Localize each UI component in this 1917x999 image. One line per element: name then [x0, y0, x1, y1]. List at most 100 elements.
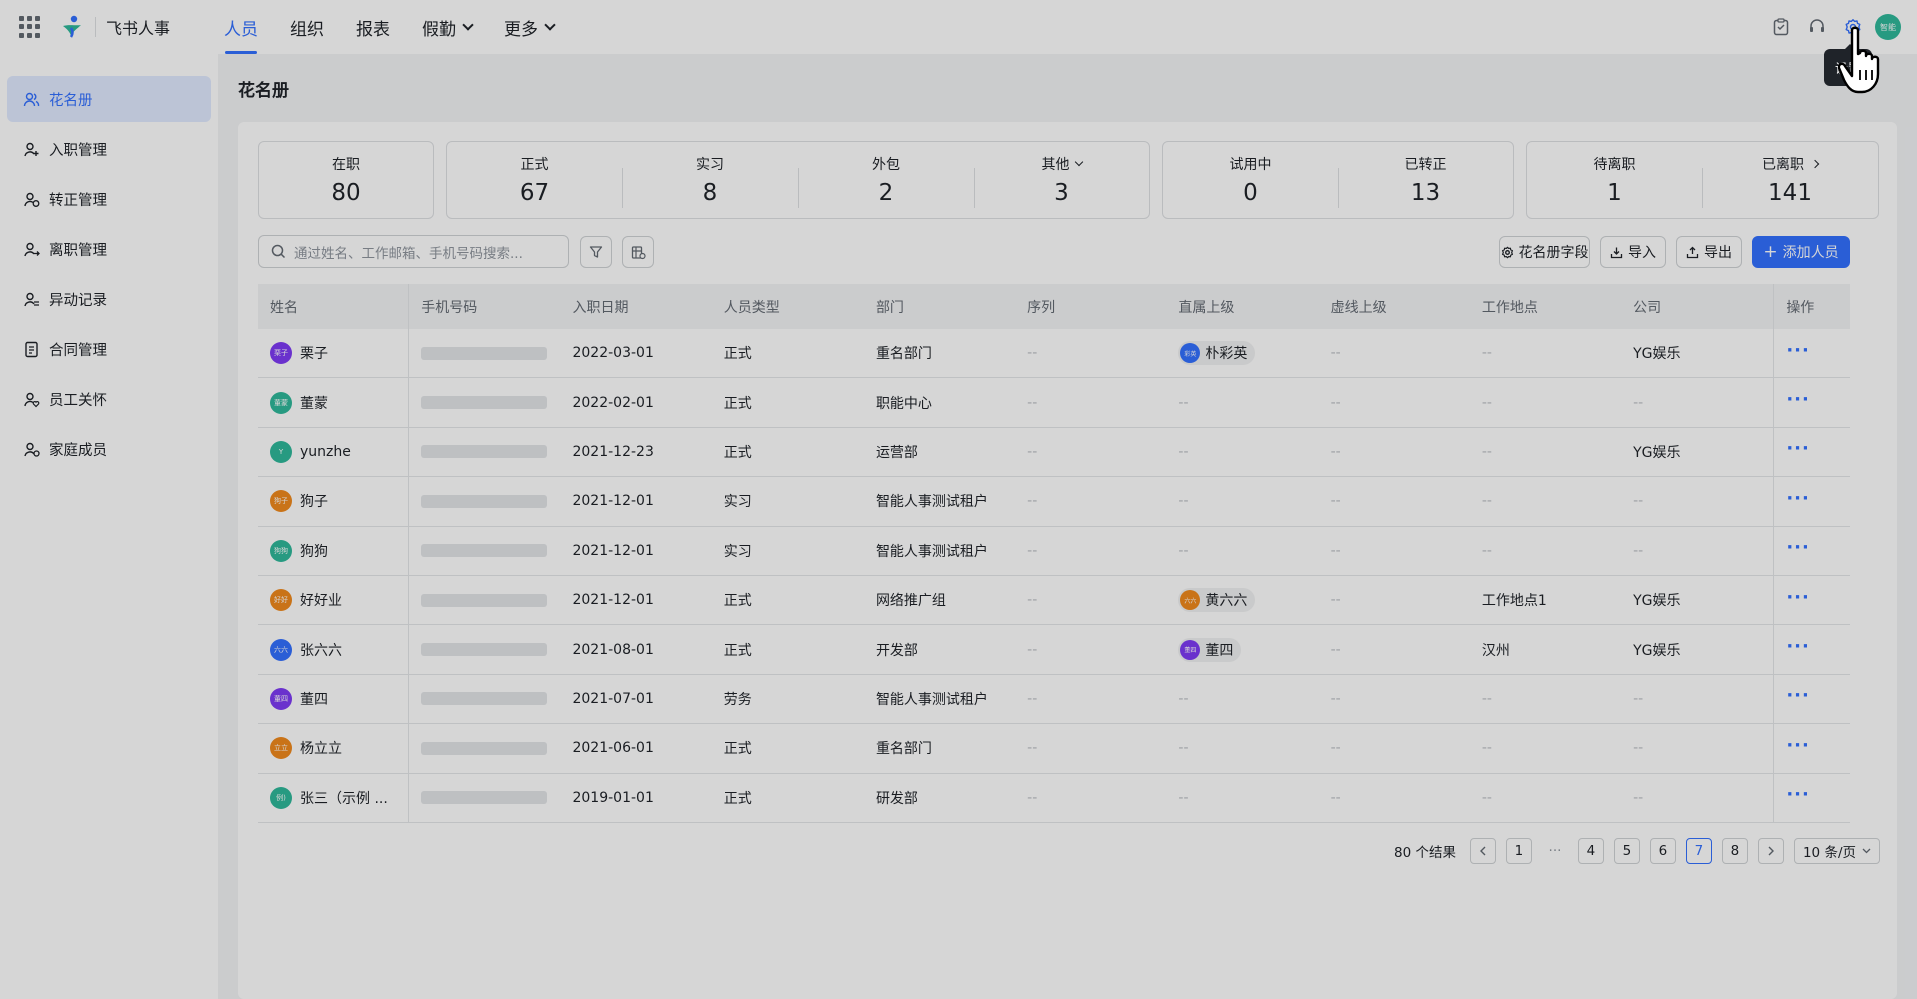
manager-chip[interactable]: 彩英 朴彩英	[1178, 341, 1256, 366]
cell-name[interactable]: 董四 董四	[258, 674, 410, 724]
cell-actions: ···	[1773, 329, 1850, 378]
export-label: 导出	[1704, 245, 1732, 261]
table-row[interactable]: 好好 好好业 2021-12-01 正式 网络推广组 -- 六六 黄六六 -- 工作地点1 YG娱乐…	[258, 575, 1850, 626]
stat-regular[interactable]: 正式 67	[447, 154, 622, 206]
page-number-button[interactable]: 4	[1577, 838, 1604, 864]
nav-reports[interactable]: 报表	[340, 0, 406, 54]
headset-support-icon[interactable]	[1799, 9, 1835, 45]
more-actions-button[interactable]: ···	[1786, 587, 1810, 608]
more-actions-button[interactable]: ···	[1786, 685, 1810, 706]
approval-icon[interactable]	[1763, 9, 1799, 45]
cell-name[interactable]: 好好 好好业	[258, 575, 410, 625]
table-row[interactable]: 狗子 狗子 2021-12-01 实习 智能人事测试租户 -- -- -- -- -- ···	[258, 477, 1850, 527]
page-size-label: 10 条/页	[1802, 845, 1856, 861]
col-header-department[interactable]: 部门	[864, 284, 1015, 329]
col-header-company[interactable]: 公司	[1621, 284, 1773, 329]
prev-page-button[interactable]	[1469, 838, 1496, 864]
stat-left[interactable]: 已离职 141	[1702, 154, 1878, 208]
sidebar-item-label: 合同管理	[49, 342, 107, 359]
table-row[interactable]: 例) 张三（示例 ... 2019-01-01 正式 研发部 -- -- -- -- -- ···	[258, 773, 1850, 823]
sidebar-item-confirmation[interactable]: 转正管理	[7, 176, 211, 222]
cell-manager: --	[1178, 740, 1189, 757]
col-header-dotted-manager[interactable]: 虚线上级	[1319, 284, 1470, 329]
table-row[interactable]: 六六 张六六 2021-08-01 正式 开发部 -- 董四 董四 -- 汉州 YG娱乐 ···	[258, 625, 1850, 675]
col-header-phone[interactable]: 手机号码	[409, 284, 560, 329]
cell-location: --	[1481, 690, 1492, 707]
cell-name[interactable]: 六六 张六六	[258, 625, 410, 674]
table-row[interactable]: 狗狗 狗狗 2021-12-01 实习 智能人事测试租户 -- -- -- -- -- ···	[258, 526, 1850, 576]
cell-name[interactable]: Yyunzhe	[258, 427, 410, 477]
cell-name[interactable]: 例) 张三（示例 ...	[258, 773, 410, 822]
more-actions-button[interactable]: ···	[1786, 537, 1810, 558]
sidebar-item-offboarding[interactable]: 离职管理	[7, 226, 211, 272]
more-actions-button[interactable]: ···	[1786, 340, 1810, 361]
stat-pending-leave[interactable]: 待离职 1	[1527, 154, 1702, 206]
more-actions-button[interactable]: ···	[1786, 784, 1810, 805]
roster-fields-button[interactable]: 花名册字段	[1499, 236, 1590, 268]
sidebar-item-onboarding[interactable]: 入职管理	[7, 126, 211, 172]
export-button[interactable]: 导出	[1676, 236, 1742, 268]
table-row[interactable]: 立立 杨立立 2021-06-01 正式 重名部门 -- -- -- -- -- ···	[258, 724, 1850, 774]
stat-confirmed[interactable]: 已转正 13	[1338, 154, 1513, 208]
col-header-manager[interactable]: 直属上级	[1166, 284, 1318, 329]
masked-phone	[421, 494, 548, 508]
col-header-sequence[interactable]: 序列	[1015, 284, 1166, 329]
page-size-select[interactable]: 10 条/页	[1793, 838, 1880, 864]
col-header-location[interactable]: 工作地点	[1470, 284, 1621, 329]
add-employee-button[interactable]: + 添加人员	[1752, 236, 1850, 268]
manager-chip[interactable]: 六六 黄六六	[1178, 588, 1256, 613]
cell-name[interactable]: 立立 杨立立	[258, 724, 410, 773]
more-actions-button[interactable]: ···	[1786, 735, 1810, 756]
import-icon	[1610, 247, 1623, 258]
more-actions-button[interactable]: ···	[1786, 636, 1810, 657]
cell-location: --	[1481, 542, 1492, 559]
stat-value: 8	[702, 180, 718, 206]
sidebar-item-contracts[interactable]: 合同管理	[7, 326, 211, 372]
page-number-button[interactable]: 1	[1505, 838, 1532, 864]
page-number-button[interactable]: 7	[1685, 838, 1712, 864]
page-number-button[interactable]: 8	[1721, 838, 1748, 864]
cell-type: 实习	[723, 543, 752, 560]
stat-outsource[interactable]: 外包 2	[798, 154, 974, 208]
next-page-button[interactable]	[1757, 838, 1784, 864]
table-row[interactable]: Yyunzhe 2021-12-23 正式 运营部 -- -- -- -- YG娱乐 ···	[258, 427, 1850, 478]
manager-chip[interactable]: 董四 董四	[1178, 637, 1242, 662]
table-row[interactable]: 栗子 栗子 2022-03-01 正式 重名部门 -- 彩英 朴彩英 -- -- YG娱乐 ···	[258, 329, 1850, 379]
cell-name[interactable]: 狗子 狗子	[258, 477, 410, 526]
more-actions-button[interactable]: ···	[1786, 488, 1810, 509]
cell-name[interactable]: 栗子 栗子	[258, 329, 410, 378]
stat-active[interactable]: 在职 80	[259, 154, 433, 206]
col-header-type[interactable]: 人员类型	[712, 284, 864, 329]
nav-people[interactable]: 人员	[208, 0, 274, 54]
view-settings-button[interactable]	[622, 236, 654, 268]
col-header-hire-date[interactable]: 入职日期	[560, 284, 711, 329]
page-number-button[interactable]: 6	[1649, 838, 1676, 864]
manager-name: 朴彩英	[1205, 346, 1248, 363]
cell-company: --	[1633, 789, 1644, 806]
cell-name[interactable]: 董蒙 董蒙	[258, 378, 410, 427]
stat-group-active: 在职 80	[258, 141, 434, 219]
sidebar-item-roster[interactable]: 花名册	[7, 76, 211, 122]
sidebar-item-transfer-records[interactable]: 异动记录	[7, 276, 211, 322]
sidebar-item-family-members[interactable]: 家庭成员	[7, 426, 211, 472]
filter-button[interactable]	[580, 236, 612, 268]
more-actions-button[interactable]: ···	[1786, 438, 1810, 459]
more-actions-button[interactable]: ···	[1786, 389, 1810, 410]
cell-dotted-manager: --	[1330, 542, 1341, 559]
sidebar-item-employee-care[interactable]: 员工关怀	[7, 376, 211, 422]
search-input[interactable]: 通过姓名、工作邮箱、手机号码搜索...	[258, 235, 569, 268]
stat-probation[interactable]: 试用中 0	[1163, 154, 1338, 206]
nav-more[interactable]: 更多	[488, 0, 570, 54]
nav-organization[interactable]: 组织	[274, 0, 340, 54]
stat-other[interactable]: 其他 3	[974, 154, 1149, 208]
table-row[interactable]: 董蒙 董蒙 2022-02-01 正式 职能中心 -- -- -- -- -- ···	[258, 378, 1850, 428]
import-button[interactable]: 导入	[1600, 236, 1666, 268]
stat-intern[interactable]: 实习 8	[622, 154, 798, 208]
page-number-button[interactable]: 5	[1613, 838, 1640, 864]
nav-attendance[interactable]: 假勤	[406, 0, 488, 54]
col-header-name[interactable]: 姓名	[258, 284, 410, 329]
stat-label: 实习	[696, 157, 724, 173]
table-row[interactable]: 董四 董四 2021-07-01 劳务 智能人事测试租户 -- -- -- -- -- ···	[258, 674, 1850, 725]
app-grid-icon[interactable]	[19, 16, 41, 38]
cell-name[interactable]: 狗狗 狗狗	[258, 526, 410, 575]
